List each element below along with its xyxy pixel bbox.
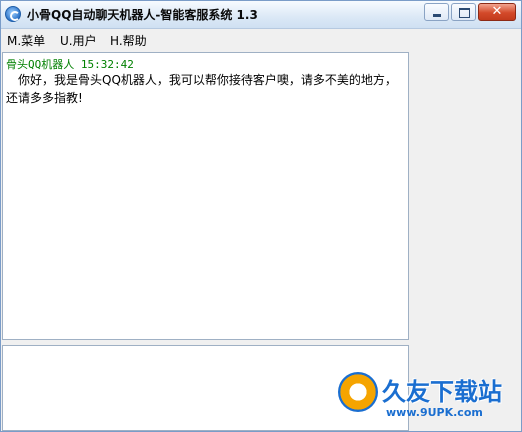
app-window: 小骨QQ自动聊天机器人-智能客服系统 1.3 ✕ M.菜单 U.用户 H.帮助 … — [0, 0, 522, 432]
watermark: 久友下载站 www.9UPK.com — [338, 372, 518, 427]
maximize-icon — [452, 4, 475, 20]
menu-item-menu[interactable]: M.菜单 — [7, 32, 45, 49]
message-sender-time: 骨头QQ机器人 15:32:42 — [6, 58, 134, 71]
title-bar[interactable]: 小骨QQ自动聊天机器人-智能客服系统 1.3 ✕ — [1, 1, 521, 29]
minimize-button[interactable] — [424, 3, 449, 21]
menu-bar: M.菜单 U.用户 H.帮助 — [1, 29, 521, 49]
minimize-icon — [425, 4, 448, 20]
menu-item-help[interactable]: H.帮助 — [110, 32, 147, 49]
app-logo-icon — [5, 6, 21, 22]
window-title: 小骨QQ自动聊天机器人-智能客服系统 1.3 — [27, 8, 258, 22]
watermark-url: www.9UPK.com — [386, 406, 483, 419]
window-controls: ✕ — [422, 3, 516, 21]
close-icon: ✕ — [491, 4, 503, 19]
watermark-title: 久友下载站 — [382, 378, 502, 406]
menu-item-user[interactable]: U.用户 — [60, 32, 97, 49]
watermark-logo-icon — [338, 372, 378, 412]
maximize-button[interactable] — [451, 3, 476, 21]
message-text: 你好，我是骨头QQ机器人，我可以帮你接待客户噢，请多不美的地方，还请多多指教! — [6, 73, 397, 105]
chat-history-panel[interactable]: 骨头QQ机器人 15:32:42 你好，我是骨头QQ机器人，我可以帮你接待客户噢… — [2, 52, 409, 340]
close-button[interactable]: ✕ — [478, 3, 516, 21]
